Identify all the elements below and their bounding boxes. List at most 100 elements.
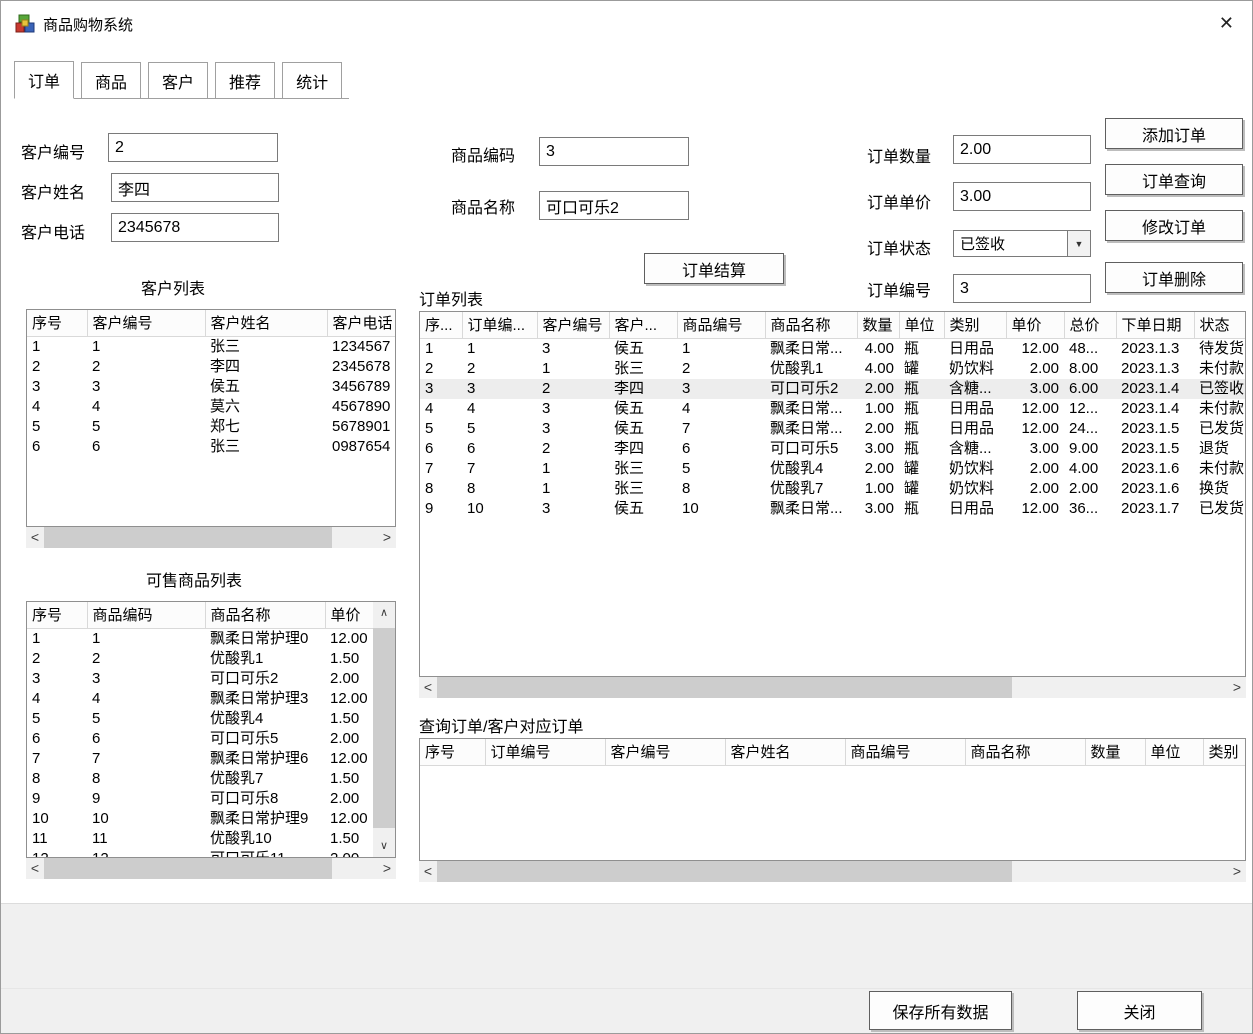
column-header[interactable]: 序... <box>420 312 463 339</box>
order-price-field[interactable] <box>953 182 1091 211</box>
scroll-right-icon[interactable]: > <box>378 527 396 548</box>
column-header[interactable]: 下单日期 <box>1116 312 1195 339</box>
scroll-left-icon[interactable]: < <box>26 858 44 879</box>
order-id-field[interactable] <box>953 274 1091 303</box>
scroll-left-icon[interactable]: < <box>26 527 44 548</box>
column-header[interactable]: 订单编... <box>462 312 538 339</box>
order-status-select[interactable]: 已签收 ▼ <box>953 230 1091 257</box>
table-row[interactable]: 1 1 张三 1234567 <box>27 336 395 357</box>
table-row[interactable]: 2 2 1 张三 2 优酸乳1 4.00 罐 奶饮料 2.00 8.00 2023.1.3 未付款 <box>420 359 1245 379</box>
column-header[interactable]: 数量 <box>857 312 900 339</box>
column-header[interactable]: 客户电话 <box>327 310 395 337</box>
scroll-right-icon[interactable]: > <box>1228 677 1246 698</box>
delete-order-button[interactable]: 订单删除 <box>1105 262 1243 293</box>
table-row[interactable]: 6 6 张三 0987654 <box>27 437 395 457</box>
column-header[interactable]: 客户... <box>609 312 678 339</box>
table-row[interactable]: 11 11 优酸乳10 1.50 <box>27 829 375 849</box>
tab-recommend[interactable]: 推荐 <box>215 62 276 98</box>
scroll-up-icon[interactable]: ∧ <box>373 604 395 622</box>
tab-products[interactable]: 商品 <box>81 62 142 98</box>
tab-statistics[interactable]: 统计 <box>282 62 343 98</box>
column-header[interactable]: 客户编号 <box>87 310 206 337</box>
table-row[interactable]: 8 8 优酸乳7 1.50 <box>27 769 375 789</box>
product-name-field[interactable] <box>539 191 689 220</box>
scrollbar-thumb[interactable] <box>437 861 1012 882</box>
column-header[interactable]: 商品编码 <box>87 602 206 629</box>
column-header[interactable]: 客户编号 <box>537 312 610 339</box>
column-header[interactable]: 状态 <box>1194 312 1245 339</box>
table-row[interactable]: 9 9 可口可乐8 2.00 <box>27 789 375 809</box>
column-header[interactable]: 数量 <box>1085 739 1146 766</box>
table-row[interactable]: 4 4 莫六 4567890 <box>27 397 395 417</box>
scroll-right-icon[interactable]: > <box>378 858 396 879</box>
scrollbar-thumb[interactable] <box>373 628 395 828</box>
column-header[interactable]: 客户编号 <box>605 739 726 766</box>
table-row[interactable]: 3 3 2 李四 3 可口可乐2 2.00 瓶含糖... 3.00 6.00 2023.1.4 已签收 <box>420 378 1245 399</box>
scroll-down-icon[interactable]: ∨ <box>373 837 395 855</box>
scrollbar-thumb[interactable] <box>437 677 1012 698</box>
column-header[interactable]: 总价 <box>1064 312 1117 339</box>
table-row[interactable]: 7 7 1 张三 5 优酸乳4 2.00 罐 奶饮料 2.00 4.00 2023.1.6 未付款 <box>420 459 1245 479</box>
scrollbar-thumb[interactable] <box>44 527 332 548</box>
column-header[interactable]: 商品名称 <box>965 739 1086 766</box>
column-header[interactable]: 客户姓名 <box>725 739 846 766</box>
table-row[interactable]: 6 6 可口可乐5 2.00 <box>27 729 375 749</box>
scroll-right-icon[interactable]: > <box>1228 861 1246 882</box>
tab-orders[interactable]: 订单 <box>14 61 75 99</box>
column-header[interactable]: 商品编号 <box>845 739 966 766</box>
column-header[interactable]: 序号 <box>27 602 88 629</box>
column-header[interactable]: 单价 <box>325 602 376 629</box>
table-row[interactable]: 5 5 3 侯五 7 飘柔日常... 2.00 瓶 日用品 12.00 24... 2023.1.5 已… <box>420 419 1245 439</box>
table-row[interactable]: 1 1 3 侯五 1 飘柔日常... 4.00 瓶 日用品 12.00 48... 2023.1.3 待… <box>420 338 1245 359</box>
add-order-button[interactable]: 添加订单 <box>1105 118 1243 149</box>
table-row[interactable]: 7 7 飘柔日常护理6 12.00 <box>27 749 375 769</box>
table-row[interactable]: 5 5 优酸乳4 1.50 <box>27 709 375 729</box>
chevron-down-icon[interactable]: ▼ <box>1067 231 1090 256</box>
table-row[interactable]: 9 10 3 侯五 10 飘柔日常... 3.00 瓶 日用品 12.00 36... 2023.1.… <box>420 499 1245 519</box>
table-row[interactable]: 4 4 3 侯五 4 飘柔日常... 1.00 瓶 日用品 12.00 12... 2023.1.4 未… <box>420 399 1245 419</box>
product-code-field[interactable] <box>539 137 689 166</box>
column-header[interactable]: 订单编号 <box>485 739 606 766</box>
table-row[interactable]: 2 2 李四 2345678 <box>27 357 395 377</box>
query-list-hscrollbar[interactable]: < > <box>419 861 1246 882</box>
column-header[interactable]: 单价 <box>1006 312 1065 339</box>
table-row[interactable]: 5 5 郑七 5678901 <box>27 417 395 437</box>
column-header[interactable]: 序号 <box>420 739 486 766</box>
customer-phone-field[interactable] <box>111 213 279 242</box>
product-list-hscrollbar[interactable]: < > <box>26 858 396 879</box>
settle-order-button[interactable]: 订单结算 <box>644 253 784 284</box>
close-icon[interactable]: ✕ <box>1219 13 1234 33</box>
scrollbar-thumb[interactable] <box>44 858 332 879</box>
table-row[interactable]: 1 1 飘柔日常护理0 12.00 <box>27 628 375 649</box>
table-row[interactable]: 4 4 飘柔日常护理3 12.00 <box>27 689 375 709</box>
column-header[interactable]: 商品名称 <box>205 602 326 629</box>
column-header[interactable]: 单位 <box>899 312 945 339</box>
table-row[interactable]: 3 3 侯五 3456789 <box>27 377 395 397</box>
query-order-button[interactable]: 订单查询 <box>1105 164 1243 195</box>
scroll-left-icon[interactable]: < <box>419 677 437 698</box>
table-row[interactable]: 6 6 2 李四 6 可口可乐5 3.00 瓶 含糖... 3.00 9.00 2023.1.5 退货 <box>420 439 1245 459</box>
product-list-vscrollbar[interactable]: ∧ ∨ <box>373 602 395 857</box>
scroll-left-icon[interactable]: < <box>419 861 437 882</box>
customer-name-field[interactable] <box>111 173 279 202</box>
column-header[interactable]: 类别 <box>944 312 1007 339</box>
table-row[interactable]: 3 3 可口可乐2 2.00 <box>27 669 375 689</box>
column-header[interactable]: 客户姓名 <box>205 310 328 337</box>
tab-customers[interactable]: 客户 <box>148 62 209 98</box>
customer-id-field[interactable] <box>108 133 278 162</box>
table-row[interactable]: 2 2 优酸乳1 1.50 <box>27 649 375 669</box>
column-header[interactable]: 商品名称 <box>765 312 858 339</box>
table-row[interactable]: 8 8 1 张三 8 优酸乳7 1.00 罐 奶饮料 2.00 2.00 2023.1.6 换货 <box>420 479 1245 499</box>
order-list-hscrollbar[interactable]: < > <box>419 677 1246 698</box>
column-header[interactable]: 序号 <box>27 310 88 337</box>
order-quantity-field[interactable] <box>953 135 1091 164</box>
column-header[interactable]: 商品编号 <box>677 312 766 339</box>
close-button[interactable]: 关闭 <box>1077 991 1202 1030</box>
column-header[interactable]: 类别 <box>1203 739 1245 766</box>
modify-order-button[interactable]: 修改订单 <box>1105 210 1243 241</box>
customer-list-hscrollbar[interactable]: < > <box>26 527 396 548</box>
table-row[interactable]: 12 12 可口可乐11 2.00 <box>27 849 375 858</box>
save-all-button[interactable]: 保存所有数据 <box>869 991 1012 1030</box>
table-row[interactable]: 10 10 飘柔日常护理9 12.00 <box>27 809 375 829</box>
column-header[interactable]: 单位 <box>1145 739 1204 766</box>
